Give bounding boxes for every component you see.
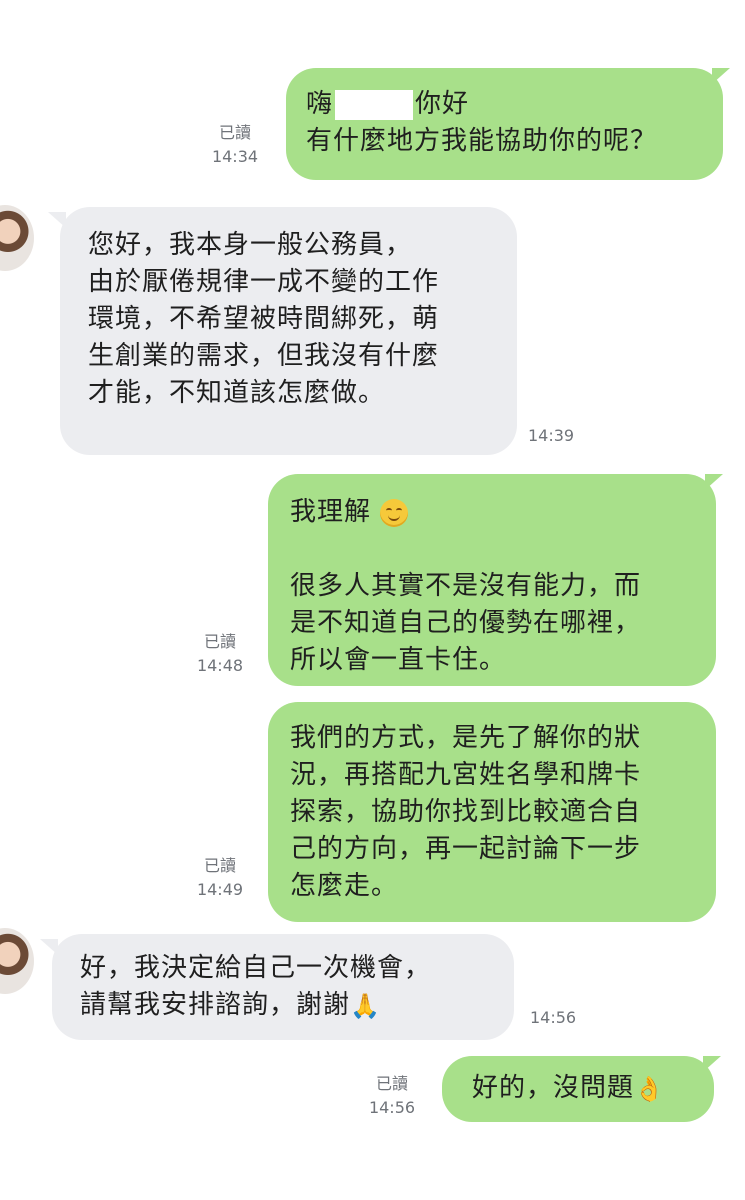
message-line: 您好，我本身一般公務員，: [88, 230, 413, 260]
message-time: 14:34: [211, 147, 259, 166]
message-line: 己的方向，再一起討論下一步: [290, 834, 642, 864]
message-line: 有什麼地方我能協助你的呢？: [306, 126, 658, 156]
message-bubble-incoming[interactable]: 好，我決定給自己一次機會， 請幫我安排諮詢，謝謝🙏: [52, 934, 514, 1040]
message-bubble-outgoing[interactable]: 好的，沒問題👌: [442, 1056, 714, 1122]
message-line: 怎麼走。: [290, 871, 399, 901]
read-receipt: 已讀 14:56: [362, 1072, 422, 1120]
redaction-mask: [335, 89, 414, 120]
read-receipt: 已讀 14:48: [190, 630, 250, 678]
message-time: 14:56: [368, 1098, 416, 1117]
message-line: 很多人其實不是沒有能力，而: [290, 571, 642, 601]
folded-hands-icon: 🙏: [350, 991, 381, 1020]
message-line: 嗨你好: [306, 89, 470, 120]
message-bubble-outgoing[interactable]: 我們的方式，是先了解你的狀 況，再搭配九宮姓名學和牌卡 探索，協助你找到比較適合…: [268, 702, 716, 922]
contact-avatar[interactable]: [0, 205, 34, 271]
message-line: 由於厭倦規律一成不變的工作: [88, 267, 440, 297]
message-bubble-outgoing[interactable]: 我理解 很多人其實不是沒有能力，而 是不知道自己的優勢在哪裡， 所以會一直卡住。: [268, 474, 716, 686]
message-line: 好，我決定給自己一次機會，: [80, 953, 432, 983]
smiling-face-icon: [380, 498, 409, 527]
read-label: 已讀: [218, 123, 251, 142]
read-label: 已讀: [375, 1074, 408, 1093]
ok-hand-icon: 👌: [634, 1074, 665, 1103]
message-time: 14:48: [196, 656, 244, 675]
read-receipt: 已讀 14:49: [190, 854, 250, 902]
bubble-tail: [705, 474, 723, 490]
message-line: 所以會一直卡住。: [290, 645, 507, 675]
contact-avatar[interactable]: [0, 928, 34, 994]
message-time: 14:49: [196, 880, 244, 899]
message-bubble-incoming[interactable]: 您好，我本身一般公務員， 由於厭倦規律一成不變的工作 環境，不希望被時間綁死，萌…: [60, 207, 517, 455]
read-label: 已讀: [203, 856, 236, 875]
message-line: 生創業的需求，但我沒有什麼: [88, 341, 440, 371]
message-line: 我們的方式，是先了解你的狀: [290, 723, 642, 753]
read-receipt: 已讀 14:34: [205, 121, 265, 169]
bubble-tail: [703, 1056, 721, 1072]
message-line: 才能，不知道該怎麼做。: [88, 378, 386, 408]
message-time: 14:39: [528, 426, 575, 445]
message-line: 我理解: [290, 494, 716, 531]
message-line: 是不知道自己的優勢在哪裡，: [290, 608, 642, 638]
message-time: 14:56: [530, 1008, 577, 1027]
bubble-tail: [48, 212, 66, 228]
read-label: 已讀: [203, 632, 236, 651]
message-line: 環境，不希望被時間綁死，萌: [88, 304, 440, 334]
message-line: 探索，協助你找到比較適合自: [290, 797, 642, 827]
message-line: 請幫我安排諮詢，謝謝🙏: [80, 990, 381, 1020]
bubble-tail: [712, 68, 730, 84]
message-line: 好的，沒問題👌: [472, 1073, 665, 1103]
message-line: 況，再搭配九宮姓名學和牌卡: [290, 760, 642, 790]
message-bubble-outgoing[interactable]: 嗨你好 有什麼地方我能協助你的呢？: [286, 68, 723, 180]
bubble-tail: [40, 939, 58, 955]
